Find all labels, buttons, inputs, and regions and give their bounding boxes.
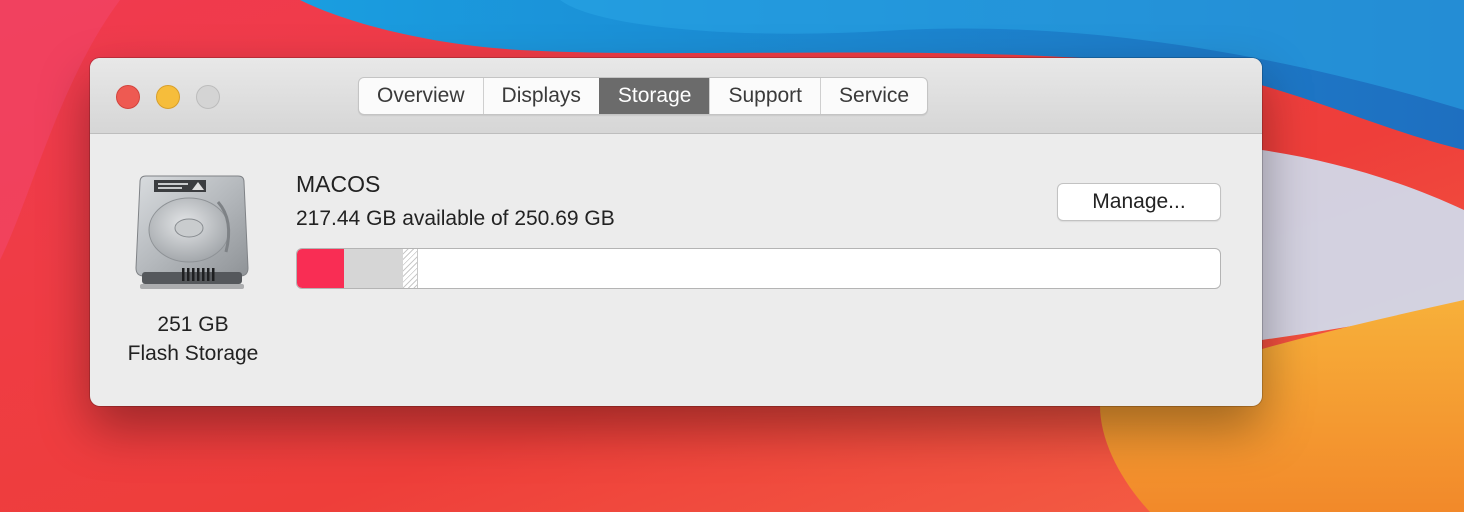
close-button-icon[interactable] (116, 85, 140, 109)
title-bar: Overview Displays Storage Support Servic… (90, 58, 1262, 134)
tab-storage[interactable]: Storage (598, 78, 710, 114)
manage-button[interactable]: Manage... (1057, 183, 1221, 221)
usage-segment-other[interactable] (403, 249, 418, 288)
usage-segment-apps[interactable] (297, 249, 344, 288)
disk-type: Flash Storage (127, 342, 259, 365)
tab-bar: Overview Displays Storage Support Servic… (358, 77, 929, 115)
availability-text: 217.44 GB available of 250.69 GB (296, 207, 615, 230)
minimize-button-icon[interactable] (156, 85, 180, 109)
hard-drive-icon (135, 175, 249, 289)
storage-panel: 251 GB Flash Storage MACOS 217.44 GB ava… (90, 134, 1262, 406)
disk-caption: 251 GB Flash Storage (90, 310, 296, 368)
volume-name: MACOS (296, 171, 381, 197)
storage-usage-bar[interactable] (296, 248, 1221, 289)
tab-displays[interactable]: Displays (482, 78, 599, 114)
disk-capacity: 251 GB (157, 313, 229, 336)
usage-segment-system[interactable] (344, 249, 403, 288)
tab-service[interactable]: Service (820, 78, 927, 114)
zoom-button-icon[interactable] (196, 85, 220, 109)
tab-overview[interactable]: Overview (359, 78, 483, 114)
about-this-mac-window: Overview Displays Storage Support Servic… (90, 58, 1262, 406)
tab-support[interactable]: Support (709, 78, 820, 114)
